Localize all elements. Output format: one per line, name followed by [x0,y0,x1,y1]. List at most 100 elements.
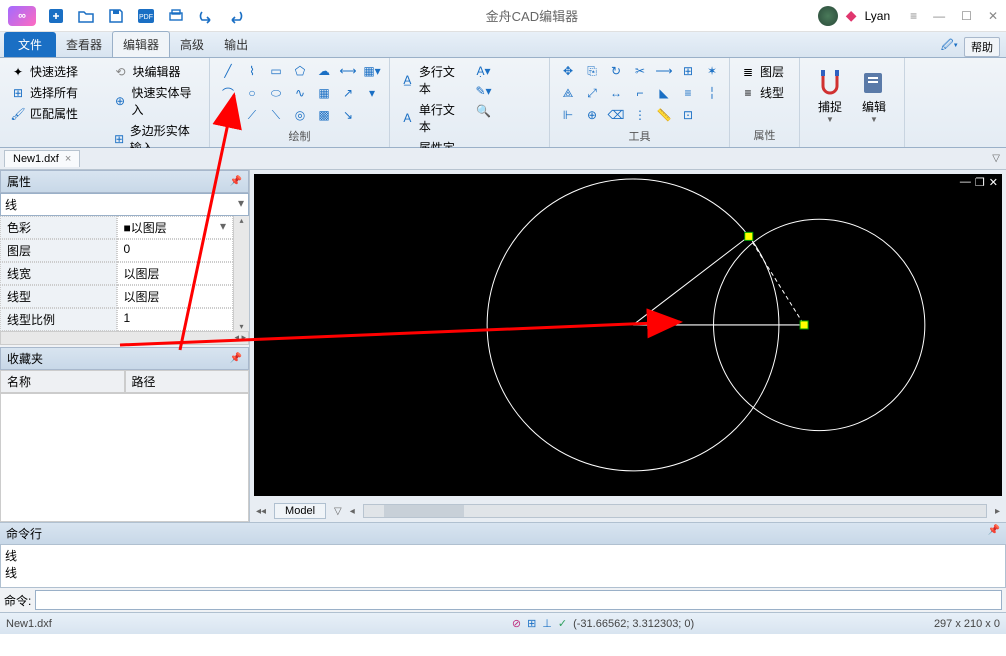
chamfer-tool-icon[interactable]: ◣ [654,84,674,102]
prop-layer-val[interactable]: 0 [117,239,234,262]
new-file-icon[interactable] [46,6,66,26]
canvas-restore-icon[interactable]: ❐ [975,176,985,189]
properties-object-type[interactable]: 线▾ [0,193,249,216]
join-tool-icon[interactable]: ⊕ [582,106,602,124]
fav-pin-icon[interactable]: 📌 [230,353,242,364]
linetype-button[interactable]: ≡线型 [738,83,791,102]
canvas-hscroll[interactable] [363,504,987,518]
leader-tool-icon[interactable]: ↗ [338,84,358,102]
prop-linetype-val[interactable]: 以图层 [117,285,234,308]
leader2-tool-icon[interactable]: ↘ [338,106,358,124]
quick-select-button[interactable]: ✦快速选择 [8,62,99,81]
favorites-header[interactable]: 收藏夹📌 [0,347,249,370]
model-tab[interactable]: Model [274,503,326,519]
open-file-icon[interactable] [76,6,96,26]
dimension-tool-icon[interactable]: ⟷ [338,62,358,80]
command-header[interactable]: 命令行📌 [0,523,1006,544]
scale-tool-icon[interactable]: ⤢ [582,84,602,102]
move-tool-icon[interactable]: ✥ [558,62,578,80]
tabs-options-icon[interactable]: ▽ [992,153,1000,164]
save-icon[interactable] [106,6,126,26]
properties-header[interactable]: 属性📌 [0,170,249,193]
prop-lineweight-val[interactable]: 以图层 [117,262,234,285]
options-dropdown-icon[interactable]: 🖉▾ [941,36,958,57]
trim-tool-icon[interactable]: ✂ [630,62,650,80]
block-tool-icon[interactable]: ▦▾ [362,62,382,80]
avatar[interactable] [818,6,838,26]
snap-button[interactable]: 捕捉 ▼ [808,62,852,143]
ray-tool-icon[interactable]: ⟍ [266,106,286,124]
select-all-button[interactable]: ⊞选择所有 [8,83,99,102]
doctab-close-icon[interactable]: × [65,153,71,165]
tab-editor[interactable]: 编辑器 [112,31,170,57]
xline-tool-icon[interactable]: ⟋ [242,106,262,124]
tab-nav-left-icon[interactable]: ◂◂ [256,506,266,517]
pdf-icon[interactable]: PDF [136,6,156,26]
undo-icon[interactable] [196,6,216,26]
cmd-pin-icon[interactable]: 📌 [988,525,1000,542]
status-icon3[interactable]: ⊥ [542,617,552,630]
minimize-icon[interactable]: — [933,9,945,23]
drawing-canvas[interactable]: — ❐ ✕ [254,174,1002,496]
hatch-tool-icon[interactable]: ▦ [314,84,334,102]
break-tool-icon[interactable]: ╎ [702,84,722,102]
divide-tool-icon[interactable]: ⋮ [630,106,650,124]
ellipse-tool-icon[interactable]: ⬭ [266,84,286,102]
circle-tool-icon[interactable]: ○ [242,84,262,102]
fav-col-path[interactable]: 路径 [125,370,250,393]
fav-col-name[interactable]: 名称 [0,370,125,393]
copy-tool-icon[interactable]: ⎘ [582,62,602,80]
canvas-minimize-icon[interactable]: — [960,176,971,189]
point-tool-icon[interactable]: · [218,106,238,124]
command-input[interactable] [35,590,1002,610]
stretch-tool-icon[interactable]: ↔ [606,84,626,102]
canvas-close-icon[interactable]: ✕ [989,176,998,189]
measure-tool-icon[interactable]: 📏 [654,106,674,124]
hscroll-right-icon[interactable]: ▸ [995,506,1000,517]
tab-viewer[interactable]: 查看器 [56,32,112,57]
rect-tool-icon[interactable]: ▭ [266,62,286,80]
tab-output[interactable]: 输出 [214,32,258,57]
pin-icon[interactable]: 📌 [230,176,242,187]
more-draw-icon[interactable]: ▾ [362,84,382,102]
edit-button[interactable]: 编辑 ▼ [852,62,896,143]
prop-color-val[interactable]: ■以图层 ▾ [117,216,234,239]
status-icon4[interactable]: ✓ [558,617,567,630]
erase-tool-icon[interactable]: ⌫ [606,106,626,124]
help-button[interactable]: 帮助 [964,37,1000,57]
maximize-icon[interactable]: ☐ [961,9,972,23]
text-edit-icon[interactable]: ✎▾ [474,82,494,100]
prop-hscroll[interactable]: ◂ ▸ [0,331,249,345]
status-icon2[interactable]: ⊞ [527,617,536,630]
block-editor-button[interactable]: ⟲块编辑器 [111,62,202,81]
dtext-button[interactable]: A单行文本 [398,100,466,136]
more-tools-icon[interactable]: ⊡ [678,106,698,124]
close-icon[interactable]: ✕ [988,9,998,23]
status-icon1[interactable]: ⊘ [512,617,521,630]
mtext-button[interactable]: A̲多行文本 [398,62,466,98]
polygon-tool-icon[interactable]: ⬠ [290,62,310,80]
extend-tool-icon[interactable]: ⟶ [654,62,674,80]
spline-tool-icon[interactable]: ∿ [290,84,310,102]
redo-icon[interactable] [226,6,246,26]
rotate-tool-icon[interactable]: ↻ [606,62,626,80]
menu-icon[interactable]: ≡ [910,9,917,23]
align-tool-icon[interactable]: ⊩ [558,106,578,124]
tab-options-icon[interactable]: ▽ [334,506,342,517]
doctab-new1[interactable]: New1.dxf× [4,150,80,167]
polyline-tool-icon[interactable]: ⌇ [242,62,262,80]
revcloud-tool-icon[interactable]: ☁ [314,62,334,80]
match-prop-button[interactable]: 🖌匹配属性 [8,104,99,123]
region-tool-icon[interactable]: ▩ [314,106,334,124]
explode-tool-icon[interactable]: ✶ [702,62,722,80]
tab-file[interactable]: 文件 [4,32,56,57]
layer-button[interactable]: ≣图层 [738,62,791,81]
offset-tool-icon[interactable]: ≡ [678,84,698,102]
array-tool-icon[interactable]: ⊞ [678,62,698,80]
print-icon[interactable] [166,6,186,26]
prop-ltscale-val[interactable]: 1 [117,308,234,331]
quick-entity-import-button[interactable]: ⊕快速实体导入 [111,83,202,119]
arc-tool-icon[interactable]: ⌒ [218,84,238,102]
tab-advanced[interactable]: 高级 [170,32,214,57]
text-style-icon[interactable]: Ạ▾ [474,62,494,80]
